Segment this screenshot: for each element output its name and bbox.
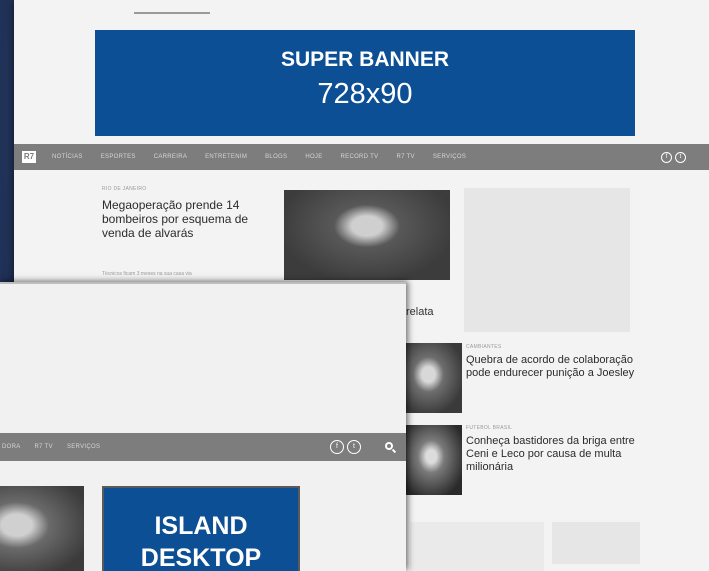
island-line-2: DESKTOP	[140, 544, 262, 571]
island-line-1: ISLAND	[154, 512, 248, 540]
nav-item-r7-tv[interactable]: R7 TV	[35, 444, 53, 450]
side-article[interactable]: CAMBIANTES Quebra de acordo de colaboraç…	[466, 344, 646, 380]
top-divider	[134, 12, 210, 14]
overlay-navbar: DORA R7 TV SERVIÇOS f t	[0, 433, 406, 461]
main-article[interactable]: RIO DE JANEIRO Megaoperação prende 14 bo…	[102, 186, 272, 240]
content-placeholder	[552, 522, 640, 564]
side-article-kicker: CAMBIANTES	[466, 344, 502, 350]
nav-item-noticias[interactable]: NOTÍCIAS	[52, 154, 83, 160]
related-link[interactable]: Técnicos ficam 3 meses na sua casa via	[102, 271, 192, 277]
facebook-icon[interactable]: f	[330, 440, 344, 454]
article-kicker: RIO DE JANEIRO	[102, 186, 147, 192]
super-banner-title: SUPER BANNER	[280, 48, 450, 71]
nav-item-carreira[interactable]: CARREIRA	[154, 154, 187, 160]
search-icon[interactable]	[385, 442, 393, 450]
facebook-icon[interactable]: f	[661, 151, 672, 163]
super-banner-ad[interactable]: SUPER BANNER 728x90	[95, 30, 635, 136]
side-article-kicker: FUTEBOL BRASIL	[466, 425, 513, 431]
twitter-icon[interactable]: t	[675, 151, 686, 163]
article-photo[interactable]	[0, 486, 84, 571]
nav-item-r7-tv[interactable]: R7 TV	[396, 154, 414, 160]
main-navbar: R7 NOTÍCIAS ESPORTES CARREIRA ENTRETENIM…	[14, 144, 709, 170]
super-banner-size: 728x90	[317, 78, 413, 110]
headline-fragment[interactable]: relata	[406, 306, 434, 318]
side-article-headline[interactable]: Quebra de acordo de colaboração pode end…	[466, 354, 646, 380]
nav-item-record-tv[interactable]: RECORD TV	[341, 154, 379, 160]
side-article-photo[interactable]	[406, 425, 462, 495]
ad-placeholder	[464, 188, 630, 332]
nav-item-servicos[interactable]: SERVIÇOS	[433, 154, 466, 160]
nav-item-servicos[interactable]: SERVIÇOS	[67, 444, 100, 450]
nav-item-esportes[interactable]: ESPORTES	[101, 154, 136, 160]
side-article[interactable]: FUTEBOL BRASIL Conheça bastidores da bri…	[466, 425, 646, 474]
island-desktop-ad[interactable]: ISLAND DESKTOP	[102, 486, 300, 571]
site-logo[interactable]: R7	[22, 151, 36, 163]
article-headline[interactable]: Megaoperação prende 14 bombeiros por esq…	[102, 198, 272, 240]
side-article-photo[interactable]	[406, 343, 462, 413]
nav-item-dora[interactable]: DORA	[2, 444, 21, 450]
article-photo[interactable]	[284, 190, 450, 280]
twitter-icon[interactable]: t	[347, 440, 361, 454]
content-placeholder	[410, 522, 544, 571]
overlay-page-mockup: DORA R7 TV SERVIÇOS f t ISLAND DESKTOP	[0, 282, 406, 571]
side-article-headline[interactable]: Conheça bastidores da briga entre Ceni e…	[466, 435, 646, 474]
nav-item-blogs[interactable]: BLOGS	[265, 154, 287, 160]
nav-item-entretenimento[interactable]: ENTRETENIM	[205, 154, 247, 160]
nav-item-hoje[interactable]: HOJE	[305, 154, 322, 160]
